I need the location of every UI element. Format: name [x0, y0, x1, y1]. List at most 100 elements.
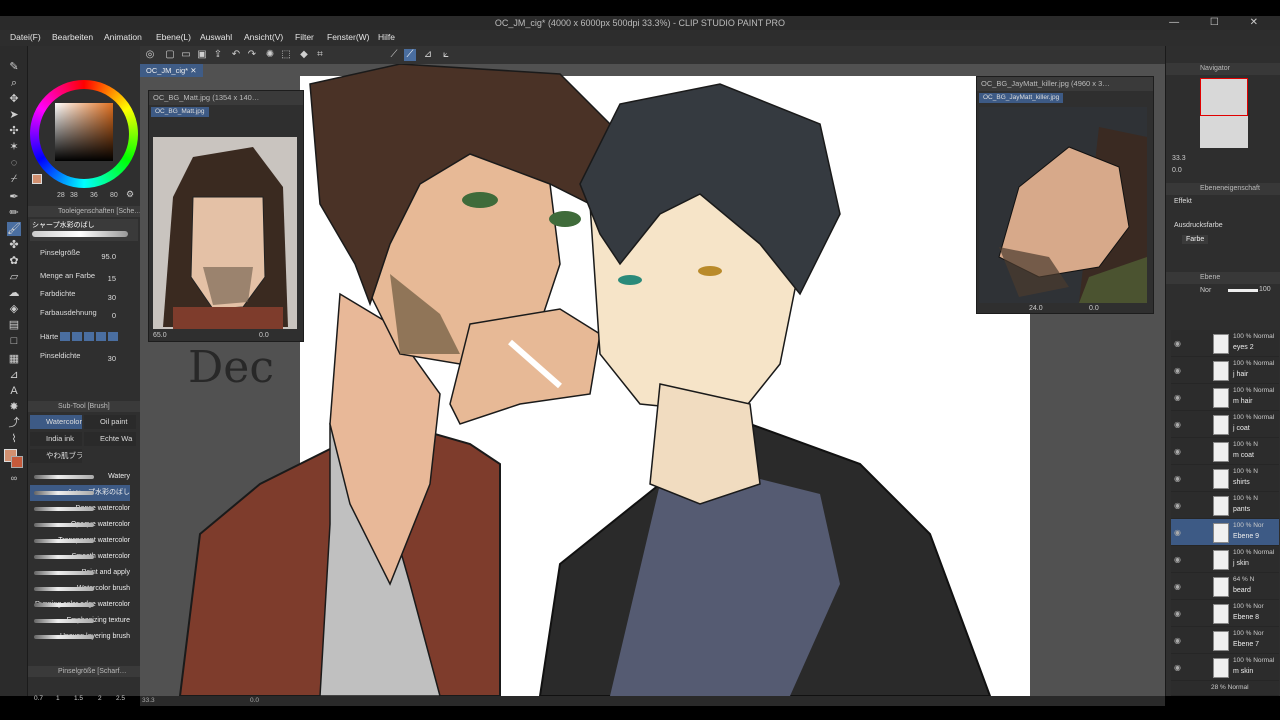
size-preset[interactable]: 2.5 [116, 695, 125, 702]
brush-item[interactable]: Smooth watercolor [30, 549, 130, 565]
reference-left-tab[interactable]: OC_BG_Matt.jpg [151, 107, 209, 117]
blend-icon[interactable]: ☁ [7, 286, 21, 300]
menu-edit[interactable]: Bearbeiten [52, 32, 93, 42]
layer-row[interactable]: 28 % Normal [1171, 681, 1279, 696]
brush-item-selected[interactable]: シャープ水彩のばし [30, 485, 130, 501]
subtool-tab-real-watercolor[interactable]: Echte Wa [84, 432, 136, 446]
settings-icon[interactable]: ✺ [264, 49, 276, 61]
menu-filter[interactable]: Filter [295, 32, 314, 42]
zoom-icon[interactable]: ⌕ [7, 76, 21, 90]
navigator-header[interactable]: Navigator [1166, 63, 1280, 75]
window-controls[interactable]: — ☐ ✕ [1169, 16, 1272, 30]
prop-value-brush-density[interactable]: 30 [86, 354, 116, 363]
decoration-icon[interactable]: ✿ [7, 254, 21, 268]
transparent-color-icon[interactable]: ∞ [7, 471, 21, 485]
layer-row[interactable]: ◉ 100 % Nor Ebene 8 [1171, 600, 1279, 627]
current-color-chip[interactable] [32, 174, 42, 184]
menu-animation[interactable]: Animation [104, 32, 142, 42]
layer-row[interactable]: ◉ 100 % Normal j coat [1171, 411, 1279, 438]
brush-item[interactable]: Watery [30, 469, 130, 485]
frame-icon[interactable]: ▦ [7, 352, 21, 366]
export-icon[interactable]: ⇪ [212, 49, 224, 61]
reference-right-tab[interactable]: OC_BG_JayMatt_killer.jpg [979, 93, 1064, 103]
layer-row[interactable]: ◉ 100 % Nm coat [1171, 438, 1279, 465]
menu-help[interactable]: Hilfe [378, 32, 395, 42]
hardness-slider[interactable] [60, 332, 118, 341]
brush-item[interactable]: Dense watercolor [30, 501, 130, 517]
fill-bucket-icon[interactable]: ◈ [7, 302, 21, 316]
close-window-button[interactable]: ✕ [1250, 17, 1272, 28]
figure-icon[interactable]: □ [7, 334, 21, 348]
brush-icon[interactable]: 🖌 [7, 222, 21, 236]
magic-wand-icon[interactable]: ✶ [7, 140, 21, 154]
opacity-value[interactable]: 100 [1259, 286, 1271, 293]
subtool-tab-watercolor[interactable]: Watercolor [30, 415, 82, 429]
brush-item[interactable]: Paint and apply [30, 565, 130, 581]
visibility-icon[interactable]: ◉ [1174, 663, 1181, 672]
fill-icon[interactable]: ◆ [298, 49, 310, 61]
color-settings-icon[interactable]: ⚙ [126, 189, 134, 200]
app-icon[interactable]: ◎ [144, 49, 156, 61]
brush-item[interactable]: Emphasizing texture [30, 613, 130, 629]
brush-item[interactable]: Opaque watercolor [30, 517, 130, 533]
prop-value-blur[interactable]: 0 [86, 311, 116, 320]
reference-left-zoom[interactable]: 65.0 [153, 332, 167, 339]
visibility-icon[interactable]: ◉ [1174, 447, 1181, 456]
size-preset[interactable]: 2 [98, 695, 102, 702]
subtool-header[interactable]: Sub-Tool [Brush] [28, 401, 140, 412]
sub-color-swatch[interactable] [11, 456, 23, 468]
eyedropper-icon[interactable]: ⌿ [7, 172, 21, 186]
tool-property-header[interactable]: Tooleigenschaften [Sche… [28, 206, 140, 217]
ruler-icon[interactable]: ⟀ [440, 49, 452, 61]
lasso-icon[interactable]: ◌ [7, 156, 21, 170]
gradient-icon[interactable]: ▤ [7, 318, 21, 332]
crop-icon[interactable]: ⌗ [314, 49, 326, 61]
status-rotation[interactable]: 0.0 [250, 697, 259, 704]
layer-row[interactable]: ◉ 100 % Normal j hair [1171, 357, 1279, 384]
visibility-icon[interactable]: ◉ [1174, 636, 1181, 645]
eraser-icon[interactable]: ▱ [7, 270, 21, 284]
airbrush-icon[interactable]: ✤ [7, 238, 21, 252]
subtool-tab-india-ink[interactable]: India ink [30, 432, 82, 446]
text-icon[interactable]: A [7, 384, 21, 398]
close-tab-icon[interactable]: ✕ [190, 66, 196, 75]
visibility-icon[interactable]: ◉ [1174, 555, 1181, 564]
layer-row[interactable]: ◉ 100 % Normal j skin [1171, 546, 1279, 573]
layer-move-icon[interactable]: ✣ [7, 124, 21, 138]
color-square[interactable] [55, 103, 113, 161]
transform-icon[interactable]: ⬚ [280, 49, 292, 61]
visibility-icon[interactable]: ◉ [1174, 474, 1181, 483]
visibility-icon[interactable]: ◉ [1174, 609, 1181, 618]
expression-color-select[interactable]: Farbe [1182, 235, 1209, 244]
operation-icon[interactable]: ➤ [7, 108, 21, 122]
brush-item[interactable]: Uneven layering brush [30, 629, 130, 645]
pen-shortcut-icon[interactable]: ✎ [7, 60, 21, 74]
size-preset[interactable]: 0.7 [34, 695, 43, 702]
layer-row-selected[interactable]: ◉ 100 % Nor Ebene 9 [1171, 519, 1279, 546]
new-file-icon[interactable]: ▢ [164, 49, 176, 61]
navigator-rotation[interactable]: 0.0 [1172, 167, 1182, 174]
prop-value-density[interactable]: 30 [86, 293, 116, 302]
undo-icon[interactable]: ↶ [230, 49, 242, 61]
layer-panel-header[interactable]: Ebene [1166, 272, 1280, 284]
reference-left-image[interactable] [153, 137, 297, 329]
visibility-icon[interactable]: ◉ [1174, 366, 1181, 375]
navigator-zoom[interactable]: 33.3 [1172, 155, 1186, 162]
document-tab[interactable]: OC_JM_cig* ✕ [140, 64, 203, 77]
reference-right-zoom[interactable]: 24.0 [1029, 305, 1043, 312]
status-zoom[interactable]: 33.3 [142, 697, 155, 704]
grid-snap-icon[interactable]: ⊿ [422, 49, 434, 61]
visibility-icon[interactable]: ◉ [1174, 420, 1181, 429]
visibility-icon[interactable]: ◉ [1174, 501, 1181, 510]
subtool-tab-soft-skin[interactable]: やわ肌ブラ [30, 449, 82, 463]
brush-item[interactable]: Watercolor brush [30, 581, 130, 597]
layer-row[interactable]: ◉ 100 % Normal m skin [1171, 654, 1279, 681]
move-icon[interactable]: ✥ [7, 92, 21, 106]
layer-row[interactable]: ◉ 100 % Nshirts [1171, 465, 1279, 492]
menu-file[interactable]: Datei(F) [10, 32, 41, 42]
layer-property-header[interactable]: Ebeneneigenschaft [1166, 183, 1280, 195]
layer-row[interactable]: ◉ 100 % Npants [1171, 492, 1279, 519]
reference-window-left[interactable]: OC_BG_Matt.jpg (1354 x 140… OC_BG_Matt.j… [148, 90, 304, 342]
pen-icon[interactable]: ✒ [7, 190, 21, 204]
special-ruler-snap-icon[interactable]: ⟋ [404, 49, 416, 61]
